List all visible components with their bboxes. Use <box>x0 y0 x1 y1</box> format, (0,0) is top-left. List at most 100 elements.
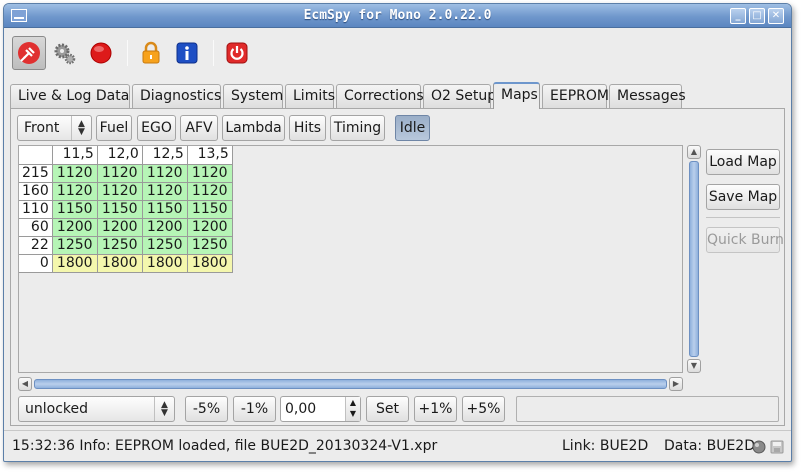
map-cell[interactable]: 1120 <box>187 182 233 201</box>
map-cell[interactable]: 1800 <box>52 254 98 273</box>
quick-burn-button[interactable]: Quick Burn <box>706 227 784 253</box>
map-column-header[interactable]: 12,0 <box>97 146 143 165</box>
cylinder-select[interactable]: Front ▲ ▼ <box>17 115 92 141</box>
data-status: Data: BUE2D <box>664 438 755 454</box>
lock-button[interactable] <box>134 36 168 70</box>
map-cell[interactable]: 1150 <box>52 200 98 219</box>
map-row-header[interactable]: 160 <box>19 182 53 201</box>
lock-state-value: unlocked <box>25 401 89 417</box>
minimize-button[interactable]: _ <box>730 8 746 24</box>
plus-5-percent-button[interactable]: +5% <box>462 396 505 422</box>
spin-arrows-icon[interactable]: ▲ ▼ <box>345 397 360 421</box>
map-cell[interactable]: 1800 <box>97 254 143 273</box>
map-cell[interactable]: 1200 <box>142 218 188 237</box>
save-disk-icon[interactable] <box>770 440 784 458</box>
scroll-down-icon[interactable]: ▼ <box>687 359 701 373</box>
map-cell[interactable]: 1120 <box>52 164 98 183</box>
map-corner-cell <box>19 146 53 165</box>
map-cell[interactable]: 1250 <box>142 236 188 255</box>
map-row-header[interactable]: 0 <box>19 254 53 273</box>
title-bar: EcmSpy for Mono 2.0.22.0 _ □ ✕ <box>4 4 791 28</box>
connect-button[interactable] <box>12 36 46 70</box>
tab-live-log-data[interactable]: Live & Log Data <box>10 84 130 108</box>
scroll-right-icon[interactable]: ▶ <box>669 377 683 391</box>
tab-eeprom[interactable]: EEPROM <box>542 84 609 108</box>
map-cell[interactable]: 1150 <box>142 200 188 219</box>
horizontal-scroll-thumb[interactable] <box>34 379 667 389</box>
settings-button[interactable] <box>48 36 82 70</box>
map-cell[interactable]: 1200 <box>52 218 98 237</box>
close-window-button[interactable]: ✕ <box>768 8 784 24</box>
power-button[interactable] <box>220 36 254 70</box>
map-cell[interactable]: 1120 <box>97 182 143 201</box>
hits-map-button[interactable]: Hits <box>289 115 326 141</box>
tab-o2-setup[interactable]: O2 Setup <box>423 84 496 108</box>
map-cell[interactable]: 1120 <box>52 182 98 201</box>
map-cell[interactable]: 1120 <box>142 182 188 201</box>
timing-map-button[interactable]: Timing <box>330 115 385 141</box>
adjust-value-spinbox[interactable]: 0,00 ▲ ▼ <box>280 396 361 422</box>
map-vertical-scrollbar[interactable]: ▲ ▼ <box>687 145 701 373</box>
map-cell[interactable]: 1800 <box>187 254 233 273</box>
map-row: 215 1120 1120 1120 1120 <box>19 164 233 183</box>
map-cell[interactable]: 1200 <box>187 218 233 237</box>
map-row-header[interactable]: 22 <box>19 236 53 255</box>
map-row-header[interactable]: 60 <box>19 218 53 237</box>
map-column-header[interactable]: 12,5 <box>142 146 188 165</box>
gears-icon <box>54 43 76 65</box>
map-cell[interactable]: 1120 <box>142 164 188 183</box>
plus-1-percent-button[interactable]: +1% <box>414 396 457 422</box>
updown-arrows-icon: ▲ ▼ <box>154 397 174 421</box>
toolbar-separator <box>127 40 128 66</box>
idle-map-button[interactable]: Idle <box>395 115 430 141</box>
afv-map-button[interactable]: AFV <box>180 115 218 141</box>
map-cell[interactable]: 1250 <box>187 236 233 255</box>
lambda-map-button[interactable]: Lambda <box>222 115 285 141</box>
fuel-map-button[interactable]: Fuel <box>96 115 132 141</box>
adjust-value-text: 0,00 <box>285 401 317 417</box>
map-row: 60 1200 1200 1200 1200 <box>19 218 233 237</box>
map-grid[interactable]: 11,5 12,0 12,5 13,5 215 1120 1120 1120 1… <box>18 145 683 373</box>
map-cell[interactable]: 1150 <box>97 200 143 219</box>
map-cell[interactable]: 1250 <box>52 236 98 255</box>
map-row-header[interactable]: 110 <box>19 200 53 219</box>
map-column-header[interactable]: 11,5 <box>52 146 98 165</box>
map-table[interactable]: 11,5 12,0 12,5 13,5 215 1120 1120 1120 1… <box>19 146 233 273</box>
scroll-left-icon[interactable]: ◀ <box>18 377 32 391</box>
minus-1-percent-button[interactable]: -1% <box>233 396 276 422</box>
map-column-header[interactable]: 13,5 <box>187 146 233 165</box>
status-message: 15:32:36 Info: EEPROM loaded, file BUE2D… <box>12 438 438 454</box>
tab-maps[interactable]: Maps <box>493 82 540 109</box>
record-button[interactable] <box>84 36 118 70</box>
lock-state-select[interactable]: unlocked ▲ ▼ <box>18 396 175 422</box>
map-row-header[interactable]: 215 <box>19 164 53 183</box>
status-bar: 15:32:36 Info: EEPROM loaded, file BUE2D… <box>4 432 791 461</box>
minus-5-percent-button[interactable]: -5% <box>185 396 228 422</box>
set-button[interactable]: Set <box>366 396 409 422</box>
map-cell[interactable]: 1120 <box>187 164 233 183</box>
maximize-button[interactable]: □ <box>749 8 765 24</box>
map-cell[interactable]: 1250 <box>97 236 143 255</box>
status-separator <box>4 430 791 431</box>
map-cell[interactable]: 1200 <box>97 218 143 237</box>
tab-messages[interactable]: Messages <box>609 84 686 108</box>
power-icon <box>226 42 248 64</box>
map-cell[interactable]: 1800 <box>142 254 188 273</box>
info-icon <box>176 42 198 64</box>
tab-limits[interactable]: Limits <box>285 84 335 108</box>
scroll-up-icon[interactable]: ▲ <box>687 145 701 159</box>
map-horizontal-scrollbar[interactable]: ◀ ▶ <box>18 377 683 391</box>
ego-map-button[interactable]: EGO <box>137 115 176 141</box>
tab-corrections[interactable]: Corrections <box>336 84 424 108</box>
map-row: 0 1800 1800 1800 1800 <box>19 254 233 273</box>
tab-system[interactable]: System <box>223 84 283 108</box>
map-cell[interactable]: 1120 <box>97 164 143 183</box>
info-button[interactable] <box>170 36 204 70</box>
map-cell[interactable]: 1150 <box>187 200 233 219</box>
map-row: 160 1120 1120 1120 1120 <box>19 182 233 201</box>
vertical-scroll-thumb[interactable] <box>689 161 699 357</box>
tab-diagnostics[interactable]: Diagnostics <box>132 84 221 108</box>
load-map-button[interactable]: Load Map <box>706 149 780 175</box>
save-map-button[interactable]: Save Map <box>706 184 780 210</box>
map-row: 22 1250 1250 1250 1250 <box>19 236 233 255</box>
